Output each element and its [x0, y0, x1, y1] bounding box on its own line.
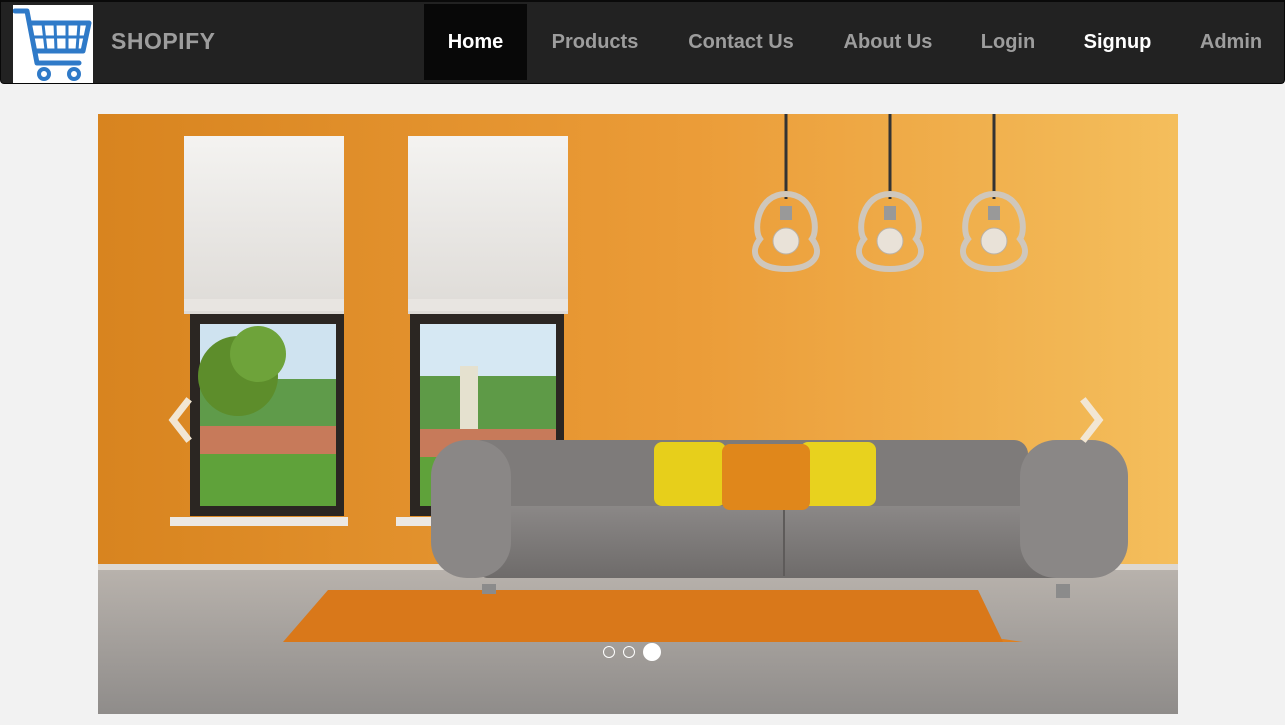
- nav-about-us[interactable]: About Us: [824, 4, 952, 80]
- nav-contact-us[interactable]: Contact Us: [668, 4, 814, 80]
- shopping-cart-icon: [12, 8, 92, 81]
- hero-carousel: [98, 114, 1178, 714]
- brand-name[interactable]: SHOPIFY: [111, 28, 215, 55]
- living-room-slide-image: [98, 114, 1178, 714]
- chevron-right-icon: [1080, 397, 1104, 443]
- top-navbar: SHOPIFY Home Products Contact Us About U…: [0, 0, 1285, 84]
- logo[interactable]: [12, 5, 93, 83]
- carousel-indicator-3[interactable]: [643, 643, 661, 661]
- carousel-indicator-1[interactable]: [603, 646, 615, 658]
- carousel-next-control[interactable]: [1063, 384, 1123, 444]
- nav-products[interactable]: Products: [532, 4, 658, 80]
- chevron-left-icon: [168, 397, 192, 443]
- nav-signup[interactable]: Signup: [1064, 4, 1171, 80]
- nav-home[interactable]: Home: [424, 4, 527, 80]
- carousel-prev-control[interactable]: [153, 384, 213, 444]
- nav-admin[interactable]: Admin: [1181, 4, 1281, 80]
- nav-login[interactable]: Login: [963, 4, 1053, 80]
- carousel-indicator-2[interactable]: [623, 646, 635, 658]
- carousel-indicators: [603, 642, 661, 662]
